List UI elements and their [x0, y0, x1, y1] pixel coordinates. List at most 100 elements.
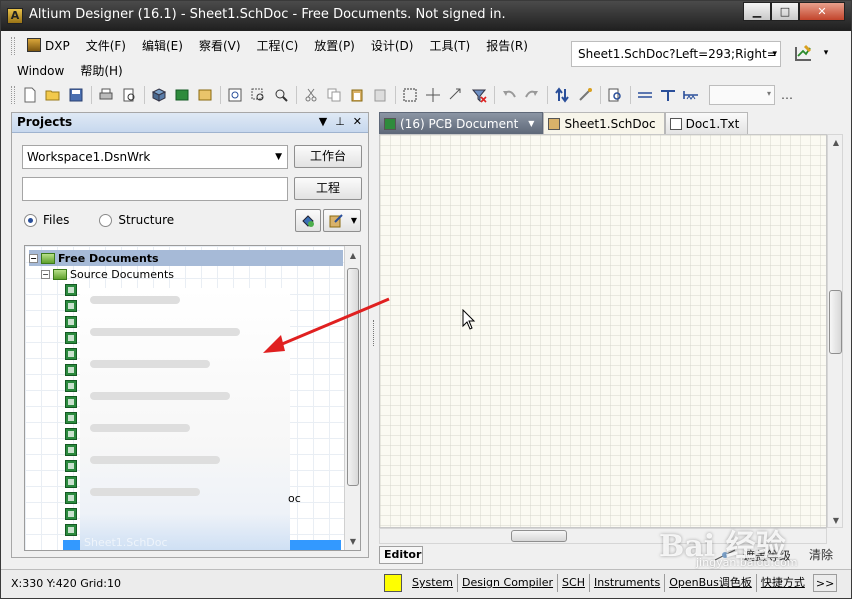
close-button[interactable]: ✕	[799, 2, 845, 21]
structure-radio[interactable]	[99, 213, 113, 227]
paste-icon[interactable]	[346, 85, 368, 105]
canvas-vertical-scrollbar[interactable]: ▲ ▼	[827, 134, 843, 528]
project-combo[interactable]	[22, 177, 288, 201]
undo-icon[interactable]	[498, 85, 520, 105]
status-more-button[interactable]: >>	[812, 574, 838, 592]
panel-menu-icon[interactable]: ▼	[319, 115, 327, 128]
project-options-button[interactable]: ▼	[323, 209, 361, 232]
rubber-stamp-icon[interactable]	[369, 85, 391, 105]
cut-icon[interactable]	[300, 85, 322, 105]
schematic-document-icon[interactable]	[65, 332, 77, 344]
schematic-document-icon[interactable]	[65, 524, 77, 536]
schematic-document-icon[interactable]	[65, 284, 77, 296]
menu-place[interactable]: 放置(P)	[306, 37, 363, 54]
status-instruments-button[interactable]: Instruments	[590, 574, 666, 592]
schematic-document-icon[interactable]	[65, 476, 77, 488]
toolbar-more-button[interactable]: …	[781, 88, 793, 102]
workspace-button[interactable]: 工作台	[294, 145, 362, 168]
print-icon[interactable]	[95, 85, 117, 105]
toolbar-combo[interactable]: ▾	[709, 85, 775, 105]
net-label-icon[interactable]	[680, 85, 702, 105]
close-panel-icon[interactable]: ✕	[353, 115, 362, 128]
menu-project[interactable]: 工程(C)	[249, 37, 307, 54]
files-radio[interactable]	[24, 213, 37, 227]
pin-icon[interactable]: ⊥	[335, 115, 345, 128]
menu-window[interactable]: Window	[9, 64, 72, 78]
zoom-selected-icon[interactable]	[270, 85, 292, 105]
schematic-document-icon[interactable]	[65, 364, 77, 376]
clear-button[interactable]: 清除	[809, 546, 833, 563]
menu-reports[interactable]: 报告(R)	[478, 37, 536, 54]
maximize-button[interactable]: □	[771, 2, 799, 21]
tab-sheet1-schdoc[interactable]: Sheet1.SchDoc	[543, 112, 665, 134]
open-folder-icon[interactable]	[42, 85, 64, 105]
scroll-down-icon[interactable]: ▼	[828, 513, 844, 529]
scroll-thumb[interactable]	[511, 530, 567, 542]
document-location-combo[interactable]: Sheet1.SchDoc?Left=293;Right= ▾	[571, 41, 781, 67]
scroll-up-icon[interactable]: ▲	[345, 248, 360, 264]
schematic-canvas[interactable]	[379, 134, 827, 528]
clear-filter-icon[interactable]	[468, 85, 490, 105]
3d-component-icon[interactable]	[148, 85, 170, 105]
menu-design[interactable]: 设计(D)	[363, 37, 422, 54]
schematic-document-icon[interactable]	[65, 492, 77, 504]
schematic-document-icon[interactable]	[65, 396, 77, 408]
schematic-document-icon[interactable]	[65, 412, 77, 424]
toolbar-grip[interactable]	[11, 86, 15, 104]
project-button[interactable]: 工程	[294, 177, 362, 200]
zoom-area-icon[interactable]	[247, 85, 269, 105]
wire-icon[interactable]	[634, 85, 656, 105]
move-icon[interactable]	[422, 85, 444, 105]
canvas-horizontal-scrollbar[interactable]	[379, 528, 827, 544]
status-system-button[interactable]: System	[408, 574, 459, 592]
chevron-down-icon[interactable]: ▼	[528, 119, 534, 128]
select-area-icon[interactable]	[399, 85, 421, 105]
chart-pencil-icon[interactable]	[793, 43, 813, 63]
save-icon[interactable]	[65, 85, 87, 105]
copy-icon[interactable]	[323, 85, 345, 105]
menu-file[interactable]: 文件(F)	[78, 37, 134, 54]
menu-dxp[interactable]: DXP	[19, 38, 78, 53]
zoom-fit-icon[interactable]	[224, 85, 246, 105]
schematic-document-icon[interactable]	[65, 444, 77, 456]
menu-tools[interactable]: 工具(T)	[421, 37, 478, 54]
refresh-workspace-button[interactable]	[295, 209, 321, 232]
schematic-document-icon[interactable]	[65, 508, 77, 520]
scroll-thumb[interactable]	[829, 290, 842, 354]
status-openbus-button[interactable]: OpenBus调色板	[665, 574, 757, 592]
tab-pcb-document[interactable]: (16) PCB Document ▼	[379, 112, 544, 134]
move-selection-icon[interactable]	[445, 85, 467, 105]
collapse-icon[interactable]: −	[29, 253, 38, 263]
cross-probe-icon[interactable]	[574, 85, 596, 105]
tree-item-free-documents[interactable]: − Free Documents	[29, 250, 343, 266]
print-preview-icon[interactable]	[118, 85, 140, 105]
status-sch-button[interactable]: SCH	[558, 574, 590, 592]
pcb-board-icon[interactable]	[171, 85, 193, 105]
tab-doc1-txt[interactable]: Doc1.Txt	[664, 112, 749, 134]
collapse-icon[interactable]: −	[41, 269, 50, 279]
menu-grip[interactable]	[11, 36, 15, 55]
library-icon[interactable]	[194, 85, 216, 105]
schematic-document-icon[interactable]	[65, 316, 77, 328]
editor-tab[interactable]: Editor	[379, 546, 423, 564]
minimize-button[interactable]: ▁	[743, 2, 771, 21]
schematic-document-icon[interactable]	[65, 380, 77, 392]
scroll-up-icon[interactable]: ▲	[828, 135, 844, 151]
status-design-compiler-button[interactable]: Design Compiler	[458, 574, 559, 592]
status-shortcuts-button[interactable]: 快捷方式	[757, 574, 809, 592]
workspace-combo[interactable]: Workspace1.DsnWrk ▼	[22, 145, 288, 169]
chevron-down-icon[interactable]: ▾	[821, 43, 831, 63]
menu-edit[interactable]: 编辑(E)	[134, 37, 191, 54]
schematic-document-icon[interactable]	[65, 348, 77, 360]
schematic-document-icon[interactable]	[65, 300, 77, 312]
hierarchy-up-down-icon[interactable]	[551, 85, 573, 105]
browse-components-icon[interactable]	[604, 85, 626, 105]
schematic-document-icon[interactable]	[65, 460, 77, 472]
bus-icon[interactable]	[657, 85, 679, 105]
new-file-icon[interactable]	[19, 85, 41, 105]
scroll-down-icon[interactable]: ▼	[345, 534, 360, 550]
redo-icon[interactable]	[521, 85, 543, 105]
menu-help[interactable]: 帮助(H)	[72, 62, 130, 79]
menu-view[interactable]: 察看(V)	[191, 37, 249, 54]
schematic-document-icon[interactable]	[65, 428, 77, 440]
